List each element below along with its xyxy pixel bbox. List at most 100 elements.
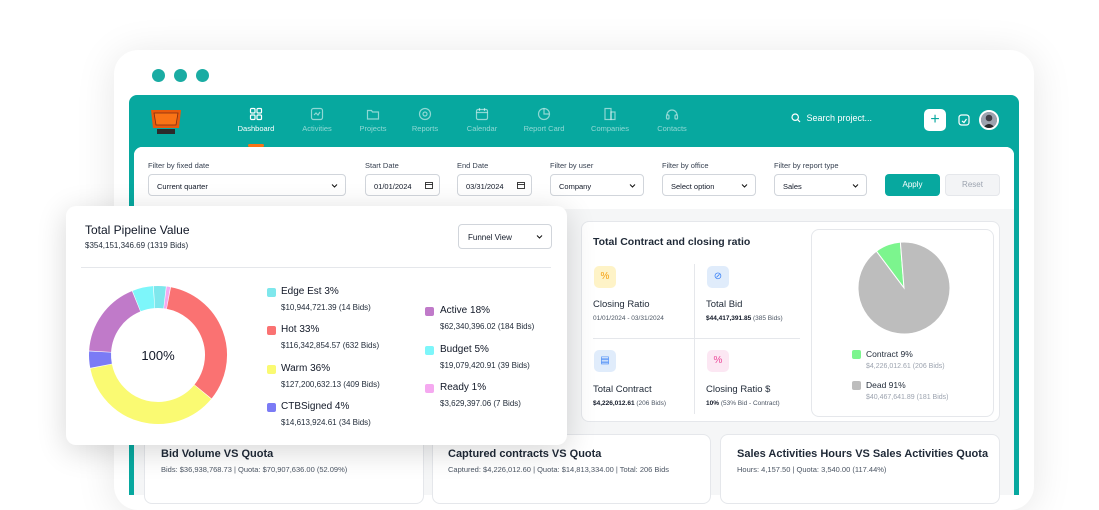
contract-pie-chart — [856, 240, 952, 336]
donut-slice — [137, 297, 154, 301]
nav-label: Companies — [591, 124, 629, 133]
headset-icon — [665, 107, 679, 121]
company-logo — [149, 106, 183, 136]
donut-slice — [100, 352, 101, 366]
nav-activities[interactable]: Activities — [287, 107, 347, 133]
chevron-down-icon — [331, 182, 338, 189]
legend-sub: $19,079,420.91 (39 Bids) — [440, 361, 530, 370]
report-card-icon — [537, 107, 551, 121]
captured-contracts-title: Captured contracts VS Quota — [448, 448, 601, 460]
legend-label: Edge Est 3% — [281, 286, 339, 297]
legend-sub: $14,613,924.61 (34 Bids) — [281, 418, 371, 427]
sales-activities-sub: Hours: 4,157.50 | Quota: 3,540.00 (117.4… — [737, 465, 886, 474]
legend-swatch — [425, 307, 434, 316]
fixed-date-value: Current quarter — [157, 182, 208, 191]
percent-icon: % — [594, 266, 616, 288]
legend-label: Dead 91% — [866, 380, 906, 390]
legend-swatch — [267, 365, 276, 374]
legend-label: Active 18% — [440, 305, 490, 316]
filter-bar: Filter by fixed date Current quarter Sta… — [134, 147, 1014, 209]
nav-label: Report Card — [524, 124, 565, 133]
document-icon: ▤ — [594, 350, 616, 372]
report-type-select[interactable]: Sales — [774, 174, 867, 196]
nav-reports[interactable]: Reports — [395, 107, 455, 133]
donut-slice — [100, 301, 136, 351]
nav-label: Reports — [412, 124, 438, 133]
calendar-icon — [425, 181, 433, 189]
report-type-label: Filter by report type — [774, 161, 839, 170]
search-input[interactable]: Search project... — [791, 113, 872, 123]
donut-center-label: 100% — [141, 348, 175, 363]
legend-label: Budget 5% — [440, 344, 489, 355]
chevron-down-icon — [536, 233, 543, 240]
nav-label: Calendar — [467, 124, 497, 133]
chevron-down-icon — [741, 182, 748, 189]
nav-projects[interactable]: Projects — [343, 107, 403, 133]
add-button[interactable]: + — [924, 109, 946, 131]
building-icon — [603, 107, 617, 121]
legend-swatch — [425, 384, 434, 393]
user-filter-label: Filter by user — [550, 161, 593, 170]
bid-volume-title: Bid Volume VS Quota — [161, 448, 273, 460]
legend-swatch — [267, 403, 276, 412]
legend-swatch — [425, 346, 434, 355]
avatar[interactable] — [979, 110, 999, 130]
end-date-label: End Date — [457, 161, 488, 170]
activity-icon — [310, 107, 324, 121]
nav-contacts[interactable]: Contacts — [642, 107, 702, 133]
closing-ratio-dollar-title: Closing Ratio $ — [706, 384, 770, 395]
pipeline-card: Total Pipeline Value $354,151,346.69 (13… — [66, 206, 567, 445]
total-bid-sub: $44,417,391.85 (385 Bids) — [706, 315, 783, 322]
legend-sub: $10,944,721.39 (14 Bids) — [281, 303, 371, 312]
calendar-icon — [475, 107, 489, 121]
top-nav: Dashboard Activities Projects Reports Ca… — [129, 95, 1019, 147]
legend-label: Contract 9% — [866, 349, 913, 359]
calendar-icon — [517, 181, 525, 189]
legend-label: Ready 1% — [440, 382, 486, 393]
nav-companies[interactable]: Companies — [580, 107, 640, 133]
legend-swatch — [267, 326, 276, 335]
end-date-value: 03/31/2024 — [466, 182, 504, 191]
grid-icon — [249, 107, 263, 121]
view-select-value: Funnel View — [468, 233, 512, 242]
search-placeholder: Search project... — [807, 113, 873, 123]
legend-sub: $127,200,632.13 (409 Bids) — [281, 380, 380, 389]
legend-swatch — [267, 288, 276, 297]
nav-dashboard[interactable]: Dashboard — [226, 107, 286, 133]
divider — [81, 267, 551, 268]
view-select[interactable]: Funnel View — [458, 224, 552, 249]
notification-icon[interactable] — [957, 113, 971, 127]
nav-calendar[interactable]: Calendar — [452, 107, 512, 133]
office-filter-label: Filter by office — [662, 161, 709, 170]
start-date-label: Start Date — [365, 161, 399, 170]
reset-button[interactable]: Reset — [945, 174, 1000, 196]
closing-ratio-range: 01/01/2024 - 03/31/2024 — [593, 315, 664, 322]
start-date-input[interactable]: 01/01/2024 — [365, 174, 440, 196]
user-filter-select[interactable]: Company — [550, 174, 644, 196]
legend-label: Warm 36% — [281, 363, 330, 374]
legend-swatch — [852, 350, 861, 359]
fixed-date-select[interactable]: Current quarter — [148, 174, 346, 196]
sales-activities-card: Sales Activities Hours VS Sales Activiti… — [720, 434, 1000, 504]
nav-label: Activities — [302, 124, 332, 133]
pie-slice — [858, 242, 950, 334]
divider — [694, 264, 695, 414]
donut-slice — [169, 298, 216, 391]
report-type-value: Sales — [783, 182, 802, 191]
apply-button[interactable]: Apply — [885, 174, 940, 196]
closing-ratio-title: Closing Ratio — [593, 299, 650, 310]
filter-fixed-date-label: Filter by fixed date — [148, 161, 209, 170]
contract-pie-card: Contract 9% $4,226,012.61 (206 Bids) Dea… — [811, 229, 994, 417]
legend-sub: $40,467,641.89 (181 Bids) — [866, 394, 949, 401]
legend-sub: $62,340,396.02 (184 Bids) — [440, 322, 534, 331]
end-date-input[interactable]: 03/31/2024 — [457, 174, 532, 196]
office-filter-value: Select option — [671, 182, 714, 191]
nav-report-card[interactable]: Report Card — [514, 107, 574, 133]
nav-label: Contacts — [657, 124, 687, 133]
percent-icon: % — [707, 350, 729, 372]
nav-label: Dashboard — [238, 124, 275, 133]
office-filter-select[interactable]: Select option — [662, 174, 756, 196]
total-contract-sub: $4,226,012.61 (206 Bids) — [593, 400, 666, 407]
window-dot — [174, 69, 187, 82]
target-icon — [418, 107, 432, 121]
